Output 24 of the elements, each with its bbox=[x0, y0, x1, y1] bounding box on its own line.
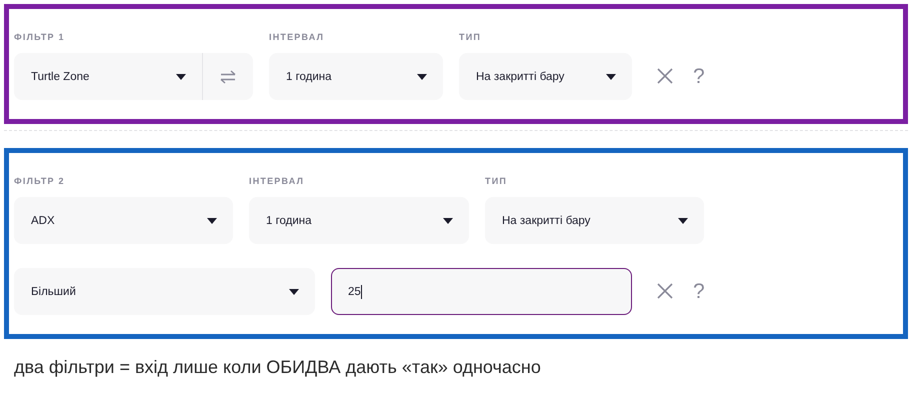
dropdown[interactable]: ADX bbox=[14, 197, 233, 244]
field-label: ТИП bbox=[459, 32, 482, 43]
field-label: ТИП bbox=[485, 176, 508, 187]
dropdown[interactable]: Більший bbox=[14, 268, 315, 315]
swap-arrows-icon bbox=[220, 70, 236, 84]
dropdown[interactable]: 1 година bbox=[249, 197, 469, 244]
caret-icon bbox=[176, 74, 186, 80]
caption-text: два фільтри = вхід лише коли ОБИДВА дають «так» одночасно bbox=[14, 357, 542, 378]
value-input[interactable]: 25 bbox=[331, 268, 632, 315]
dropdown[interactable]: На закритті бару bbox=[485, 197, 704, 244]
dropdown[interactable]: 1 година bbox=[269, 53, 443, 100]
field-label: ІНТЕРВАЛ bbox=[269, 32, 326, 43]
field-label: ІНТЕРВАЛ bbox=[249, 176, 306, 187]
field-label: ФІЛЬТР 1 bbox=[14, 32, 66, 43]
field-label: ФІЛЬТР 2 bbox=[14, 176, 66, 187]
caret-icon bbox=[207, 218, 217, 224]
caret-icon bbox=[443, 218, 453, 224]
close-icon[interactable] bbox=[657, 283, 673, 299]
caret-icon bbox=[289, 288, 299, 294]
dropdown[interactable]: На закритті бару bbox=[459, 53, 632, 100]
close-icon[interactable] bbox=[657, 68, 673, 84]
caret-icon bbox=[678, 218, 688, 224]
caret-icon bbox=[606, 74, 616, 80]
caret-icon bbox=[417, 74, 427, 80]
